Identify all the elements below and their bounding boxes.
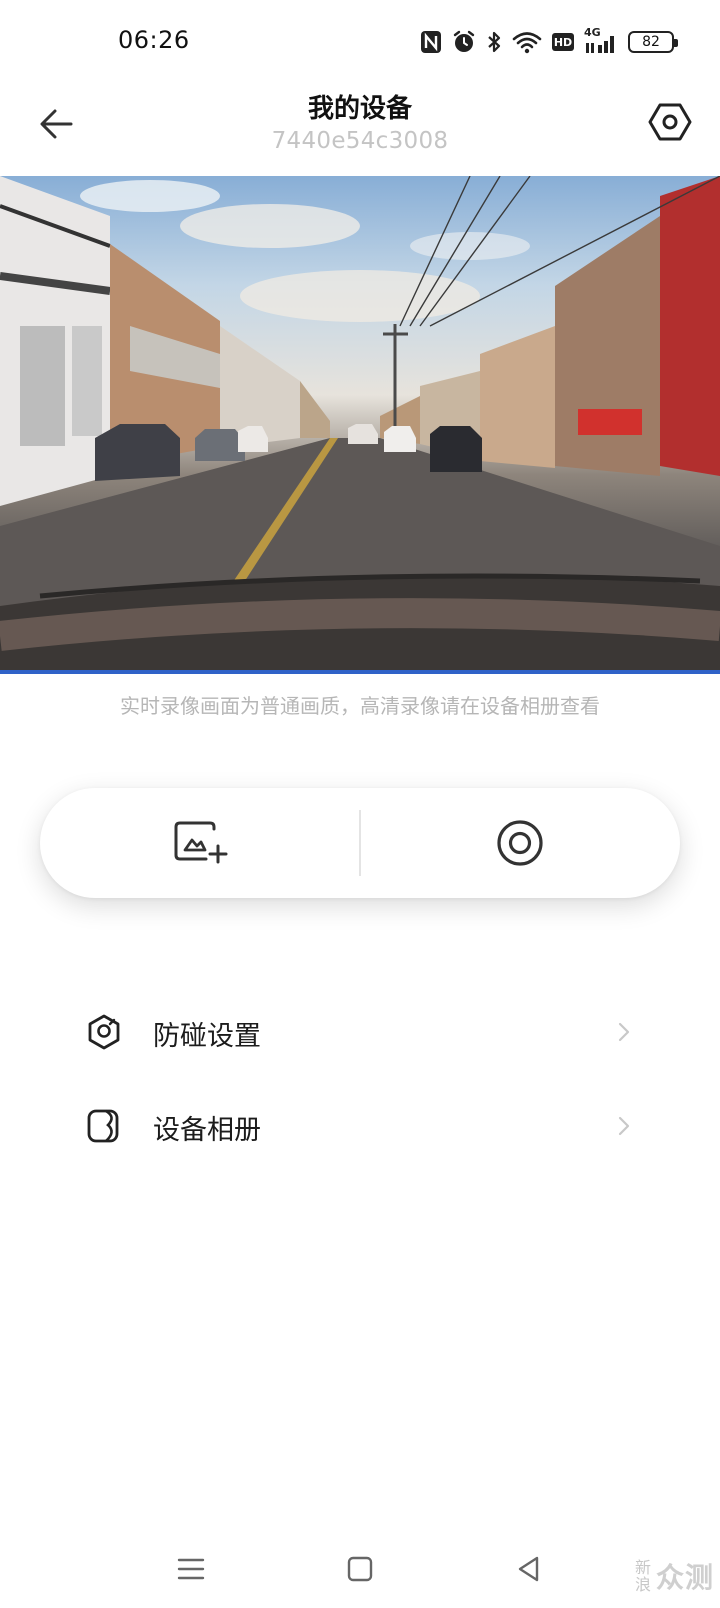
video-progress-bar [0,670,720,674]
watermark-big-text: 众测 [655,1561,714,1594]
control-panel [40,788,680,898]
nfc-icon [420,28,442,56]
watermark: 新浪 众测 [634,1556,714,1596]
status-bar: 06:26 HD 4G 82 [0,0,720,84]
signal-4g-icon: 4G [584,26,618,56]
menu-label: 设备相册 [153,1115,261,1146]
menu-item-device-album[interactable]: 设备相册 [0,1086,720,1166]
hexagon-settings-icon [648,103,692,141]
live-video-view[interactable] [0,176,720,674]
street-scene [0,176,720,674]
back-nav-button[interactable] [504,1544,554,1594]
device-id: 7440e54c3008 [271,128,449,154]
settings-button[interactable] [642,94,698,150]
page-title: 我的设备 [307,94,412,124]
chevron-right-icon [614,1014,634,1050]
record-button[interactable] [360,788,680,898]
watermark-small-text: 新浪 [634,1558,651,1594]
record-icon [497,820,543,866]
menu-lines-icon [177,1558,205,1580]
collision-shield-icon [84,1012,124,1052]
back-triangle-icon [518,1556,539,1582]
menu-item-collision-settings[interactable]: 防碰设置 [0,992,720,1072]
album-icon [84,1106,124,1146]
recent-apps-button[interactable] [166,1544,216,1594]
menu-label: 防碰设置 [153,1021,261,1052]
header: 我的设备 7440e54c3008 [0,84,720,176]
home-button[interactable] [335,1544,385,1594]
capture-photo-button[interactable] [40,788,360,898]
hd-icon: HD [552,33,574,51]
video-quality-note: 实时录像画面为普通画质，高清录像请在设备相册查看 [120,694,600,718]
home-square-icon [347,1556,373,1582]
alarm-icon [452,28,476,56]
status-time: 06:26 [118,26,190,54]
battery-icon: 82 [628,31,678,53]
network-type: 4G [584,26,601,39]
capture-photo-icon [174,821,228,864]
chevron-right-icon [614,1108,634,1144]
bluetooth-icon [486,28,502,56]
wifi-icon [512,28,542,56]
status-icons: HD 4G 82 [420,26,678,58]
navigation-bar [0,1530,720,1608]
